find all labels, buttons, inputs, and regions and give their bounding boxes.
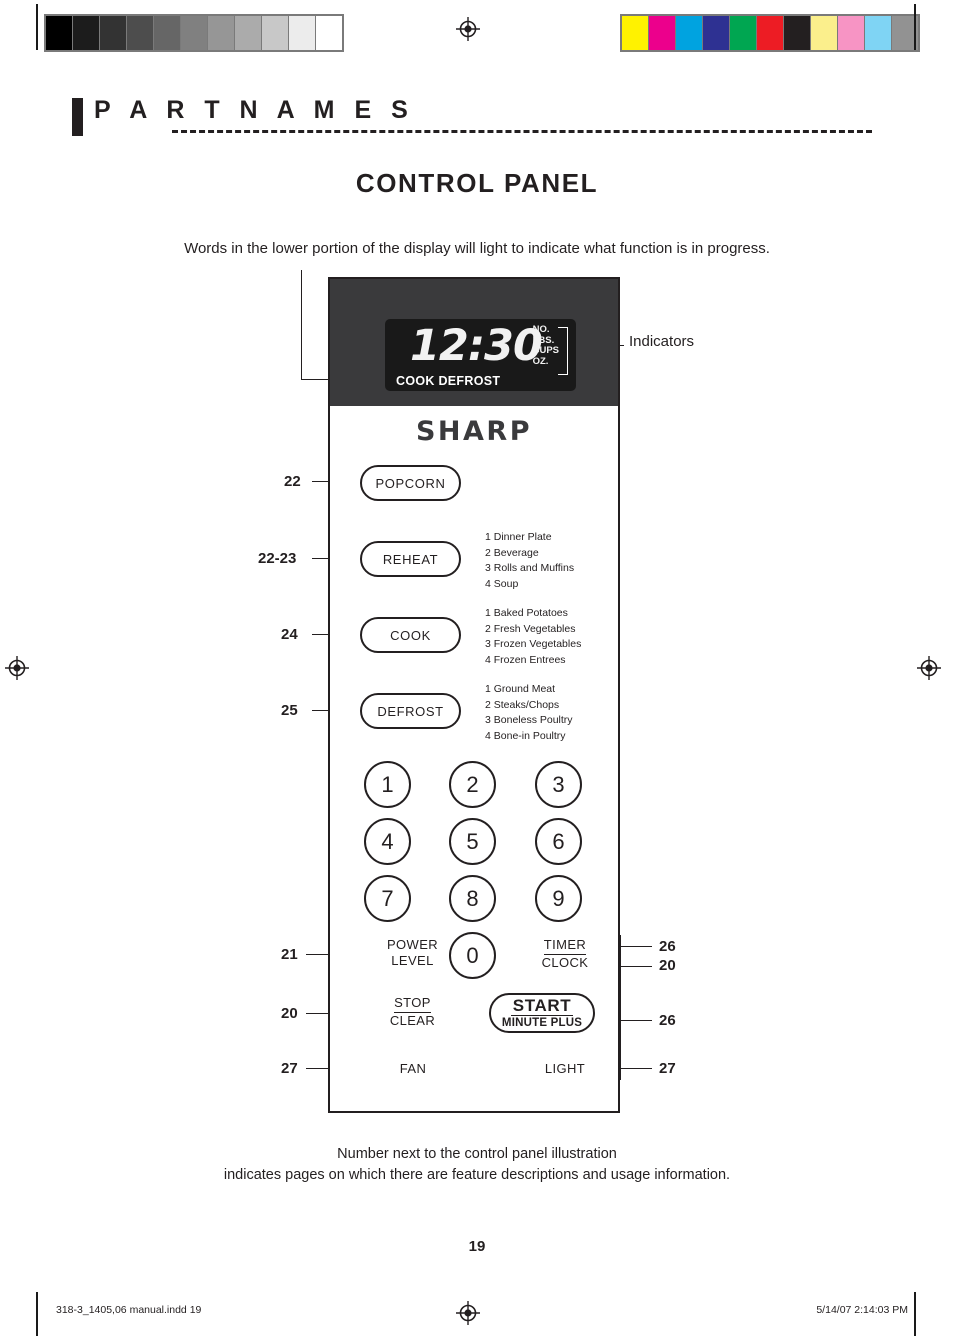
numpad-key-1[interactable]: 1 (364, 761, 411, 808)
minute-plus-label: MINUTE PLUS (501, 1016, 583, 1029)
clear-label: CLEAR (389, 1013, 436, 1028)
callout-cook: 24 (281, 626, 298, 643)
gray-swatch-7 (235, 16, 262, 50)
numpad-key-6[interactable]: 6 (535, 818, 582, 865)
gray-swatch-6 (208, 16, 235, 50)
start-minute-plus-button[interactable]: START MINUTE PLUS (489, 993, 595, 1033)
numpad-key-2[interactable]: 2 (449, 761, 496, 808)
time-readout: 12:30 (410, 321, 543, 371)
power-level-label-line1: POWER (386, 937, 439, 952)
registration-mark-right (916, 655, 942, 681)
numpad-key-7[interactable]: 7 (364, 875, 411, 922)
callout-clock: 20 (659, 957, 676, 974)
cook-button[interactable]: COOK (360, 617, 461, 653)
crop-mark-bottom-left (36, 1292, 38, 1336)
color-swatch-2 (676, 16, 703, 50)
gray-swatch-9 (289, 16, 316, 50)
callout-stop-clear: 20 (281, 1005, 298, 1022)
section-divider (172, 130, 872, 133)
section-title: P A R T N A M E S (94, 96, 415, 124)
gray-swatch-8 (262, 16, 289, 50)
numpad-key-9[interactable]: 9 (535, 875, 582, 922)
section-header: P A R T N A M E S (72, 96, 882, 140)
gray-swatch-5 (181, 16, 208, 50)
callout-popcorn: 22 (284, 473, 301, 490)
print-footer-file: 318-3_1405,06 manual.indd 19 (56, 1304, 202, 1316)
color-swatch-4 (730, 16, 757, 50)
crop-mark-bottom-right (914, 1292, 916, 1336)
registration-mark-bottom (455, 1300, 481, 1326)
grayscale-calibration-strip (44, 14, 344, 52)
sharp-logo: SHARP (415, 416, 533, 447)
callout-light: 27 (659, 1060, 676, 1077)
crop-mark-top-right (914, 4, 916, 50)
gray-swatch-2 (100, 16, 127, 50)
gray-swatch-3 (127, 16, 154, 50)
intro-text: Words in the lower portion of the displa… (184, 240, 770, 257)
color-swatch-5 (757, 16, 784, 50)
indicators-label: Indicators (629, 333, 695, 350)
reheat-menu-list: 1 Dinner Plate 2 Beverage 3 Rolls and Mu… (485, 531, 575, 590)
page-number: 19 (468, 1238, 486, 1255)
popcorn-button[interactable]: POPCORN (360, 465, 461, 501)
display-indicators: NO. LBS. CUPS OZ. (532, 324, 559, 367)
timer-label: TIMER (543, 937, 587, 955)
clock-label: CLOCK (541, 955, 589, 970)
gray-swatch-0 (46, 16, 73, 50)
color-swatch-1 (649, 16, 676, 50)
timer-clock-button[interactable]: TIMER CLOCK (515, 937, 615, 971)
figure-caption: Number next to the control panel illustr… (223, 1146, 731, 1183)
page-title: CONTROL PANEL (355, 168, 599, 198)
power-level-button[interactable]: POWER LEVEL (360, 937, 465, 969)
color-calibration-strip (620, 14, 920, 52)
indicator-bracket (558, 327, 568, 375)
color-swatch-3 (703, 16, 730, 50)
display-status-words: COOK DEFROST (396, 374, 501, 388)
start-label: START (510, 995, 574, 1016)
callout-timer: 26 (659, 938, 676, 955)
stop-clear-button[interactable]: STOP CLEAR (360, 995, 465, 1029)
power-level-label-line2: LEVEL (391, 953, 434, 968)
numpad-key-8[interactable]: 8 (449, 875, 496, 922)
fan-button[interactable]: FAN (370, 1061, 456, 1077)
numpad-key-4[interactable]: 4 (364, 818, 411, 865)
section-accent-bar (72, 98, 83, 136)
numpad-key-5[interactable]: 5 (449, 818, 496, 865)
color-swatch-0 (622, 16, 649, 50)
reheat-button[interactable]: REHEAT (360, 541, 461, 577)
leader-line-display-vertical (301, 270, 303, 380)
gray-swatch-1 (73, 16, 100, 50)
stop-label: STOP (394, 995, 431, 1013)
callout-start: 26 (659, 1012, 676, 1029)
leader-spine-right (620, 935, 622, 1080)
callout-defrost: 25 (281, 702, 298, 719)
defrost-button[interactable]: DEFROST (360, 693, 461, 729)
color-swatch-6 (784, 16, 811, 50)
control-panel-illustration: 12:30 NO. LBS. CUPS OZ. COOK DEFROST SHA… (328, 277, 620, 1113)
light-button[interactable]: LIGHT (520, 1061, 610, 1077)
callout-power-level: 21 (281, 946, 298, 963)
defrost-menu-list: 1 Ground Meat 2 Steaks/Chops 3 Boneless … (485, 683, 573, 742)
numpad-key-3[interactable]: 3 (535, 761, 582, 808)
color-swatch-8 (838, 16, 865, 50)
gray-swatch-4 (154, 16, 181, 50)
crop-mark-top-left (36, 4, 38, 50)
print-footer-timestamp: 5/14/07 2:14:03 PM (816, 1304, 908, 1316)
callout-fan: 27 (281, 1060, 298, 1077)
gray-swatch-10 (316, 16, 342, 50)
registration-mark-left (4, 655, 30, 681)
cook-menu-list: 1 Baked Potatoes 2 Fresh Vegetables 3 Fr… (485, 607, 582, 666)
callout-reheat: 22-23 (258, 550, 297, 567)
digital-display: 12:30 NO. LBS. CUPS OZ. COOK DEFROST (385, 319, 576, 391)
display-bezel: 12:30 NO. LBS. CUPS OZ. COOK DEFROST (330, 279, 618, 406)
color-swatch-9 (865, 16, 892, 50)
registration-mark-top (455, 16, 481, 42)
color-swatch-7 (811, 16, 838, 50)
